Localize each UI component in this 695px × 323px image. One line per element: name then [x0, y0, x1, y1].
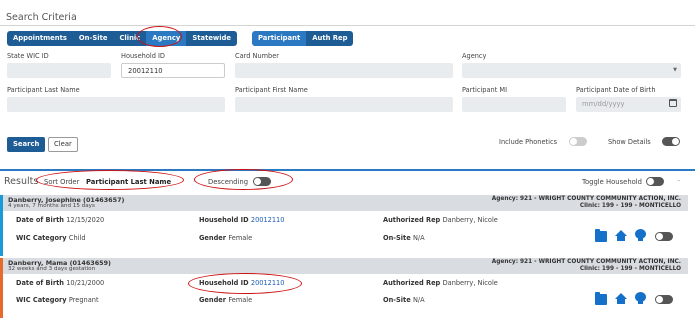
- folder-icon[interactable]: [595, 229, 607, 242]
- card-body: [3, 211, 688, 256]
- agency-line: Agency: 921 - WRIGHT COUNTY COMMUNITY AC…: [491, 196, 681, 202]
- participant-mi-label: Participant MI: [462, 86, 508, 94]
- brain-icon[interactable]: [635, 292, 646, 304]
- card-accent: [0, 258, 3, 318]
- gender-field: Gender Female: [199, 234, 252, 242]
- household-field: Household ID 20012110: [199, 216, 284, 224]
- toggle-household-toggle[interactable]: [646, 177, 664, 186]
- onsite-label: On-Site: [383, 296, 411, 304]
- household-id-input[interactable]: 20012110: [121, 63, 225, 78]
- home-icon[interactable]: [615, 293, 627, 305]
- wic-category-value: Pregnant: [68, 296, 99, 304]
- toggle-household-label: Toggle Household: [582, 178, 642, 186]
- search-button[interactable]: Search: [7, 137, 46, 152]
- auth-rep-label: Authorized Rep: [383, 216, 441, 224]
- auth-rep-field: Authorized Rep Danberry, Nicole: [383, 279, 498, 287]
- show-details-toggle[interactable]: [662, 137, 680, 146]
- divider: [0, 25, 695, 26]
- clinic-line: Clinic: 199 - 199 - MONTICELLO: [579, 203, 681, 209]
- dob-placeholder: mm/dd/yyyy: [582, 100, 625, 108]
- wic-category-label: WIC Category: [16, 296, 67, 304]
- annotation-circle-descending: [194, 169, 293, 190]
- dob-value: 10/21/2000: [66, 279, 105, 287]
- tab-appointments[interactable]: Appointments: [7, 31, 73, 46]
- household-label: Household ID: [199, 216, 249, 224]
- participant-dob-label: Participant Date of Birth: [576, 86, 656, 94]
- agency-label: Agency: [462, 52, 487, 60]
- results-title: Results: [4, 176, 39, 187]
- search-by-tabs: Appointments On-Site Clinic Agency State…: [7, 31, 238, 46]
- result-card: Danberry, Josephine (01463657) 4 years, …: [0, 195, 688, 256]
- calendar-icon[interactable]: [669, 99, 677, 107]
- card-body: [3, 274, 688, 318]
- dob-field: Date of Birth 10/21/2000: [16, 279, 104, 287]
- participant-mi-input[interactable]: [462, 97, 566, 112]
- agency-select[interactable]: ▼: [462, 63, 681, 78]
- annotation-circle-household: [188, 273, 302, 294]
- onsite-label: On-Site: [383, 234, 411, 242]
- dob-value: 12/15/2020: [66, 216, 105, 224]
- gender-value: Female: [228, 296, 253, 304]
- tab-auth-rep[interactable]: Auth Rep: [306, 31, 354, 46]
- annotation-circle-agency: [137, 26, 182, 47]
- participant-age: 32 weeks and 3 days gestation: [8, 266, 96, 272]
- tab-statewide[interactable]: Statewide: [186, 31, 238, 46]
- household-id-link[interactable]: 20012110: [251, 216, 285, 224]
- wic-category-field: WIC Category Child: [16, 234, 86, 242]
- gender-label: Gender: [199, 296, 227, 304]
- onsite-value: N/A: [412, 234, 425, 242]
- dob-label: Date of Birth: [16, 216, 64, 224]
- annotation-circle-sort: [36, 170, 184, 190]
- agency-line: Agency: 921 - WRIGHT COUNTY COMMUNITY AC…: [491, 259, 681, 265]
- tab-participant[interactable]: Participant: [252, 31, 307, 46]
- auth-rep-field: Authorized Rep Danberry, Nicole: [383, 216, 498, 224]
- card-number-label: Card Number: [235, 52, 280, 60]
- agency-clinic-info: Agency: 921 - WRIGHT COUNTY COMMUNITY AC…: [492, 259, 681, 273]
- card-toggle[interactable]: [655, 232, 673, 241]
- gender-label: Gender: [199, 234, 227, 242]
- wic-category-field: WIC Category Pregnant: [16, 296, 99, 304]
- result-card: Danberry, Mama (01463659) 32 weeks and 3…: [0, 258, 688, 318]
- clinic-line: Clinic: 199 - 199 - MONTICELLO: [579, 266, 681, 272]
- card-toggle[interactable]: [655, 295, 673, 304]
- include-phonetics-label: Include Phonetics: [499, 138, 558, 146]
- participant-age: 4 years, 7 months and 15 days: [8, 203, 95, 209]
- state-wic-id-label: State WIC ID: [7, 52, 49, 60]
- participant-dob-input[interactable]: mm/dd/yyyy: [576, 97, 681, 112]
- card-accent: [0, 195, 3, 256]
- onsite-value: N/A: [412, 296, 425, 304]
- onsite-field: On-Site N/A: [383, 234, 425, 242]
- gender-value: Female: [228, 234, 253, 242]
- household-id-label: Household ID: [121, 52, 166, 60]
- participant-last-name-label: Participant Last Name: [7, 86, 80, 94]
- dob-field: Date of Birth 12/15/2020: [16, 216, 104, 224]
- search-criteria-title: Search Criteria: [6, 12, 77, 23]
- agency-clinic-info: Agency: 921 - WRIGHT COUNTY COMMUNITY AC…: [492, 196, 681, 210]
- type-tabs: Participant Auth Rep: [252, 31, 354, 46]
- brain-icon[interactable]: [635, 229, 646, 241]
- state-wic-id-input[interactable]: [7, 63, 111, 78]
- folder-icon[interactable]: [595, 292, 607, 305]
- show-details-label: Show Details: [608, 138, 651, 146]
- include-phonetics-toggle[interactable]: [569, 137, 587, 146]
- participant-first-name-label: Participant First Name: [235, 86, 308, 94]
- home-icon[interactable]: [615, 230, 627, 242]
- gender-field: Gender Female: [199, 296, 252, 304]
- participant-first-name-input[interactable]: [235, 97, 453, 112]
- participant-last-name-input[interactable]: [7, 97, 225, 112]
- onsite-field: On-Site N/A: [383, 296, 425, 304]
- chevron-down-icon: ▼: [673, 67, 677, 73]
- dob-label: Date of Birth: [16, 279, 64, 287]
- auth-rep-value: Danberry, Nicole: [442, 216, 498, 224]
- wic-category-value: Child: [68, 234, 86, 242]
- wic-category-label: WIC Category: [16, 234, 67, 242]
- card-number-input[interactable]: [235, 63, 453, 78]
- auth-rep-value: Danberry, Nicole: [442, 279, 498, 287]
- tab-on-site[interactable]: On-Site: [72, 31, 114, 46]
- minimize-icon[interactable]: –: [677, 176, 681, 184]
- clear-button[interactable]: Clear: [48, 137, 78, 152]
- auth-rep-label: Authorized Rep: [383, 279, 441, 287]
